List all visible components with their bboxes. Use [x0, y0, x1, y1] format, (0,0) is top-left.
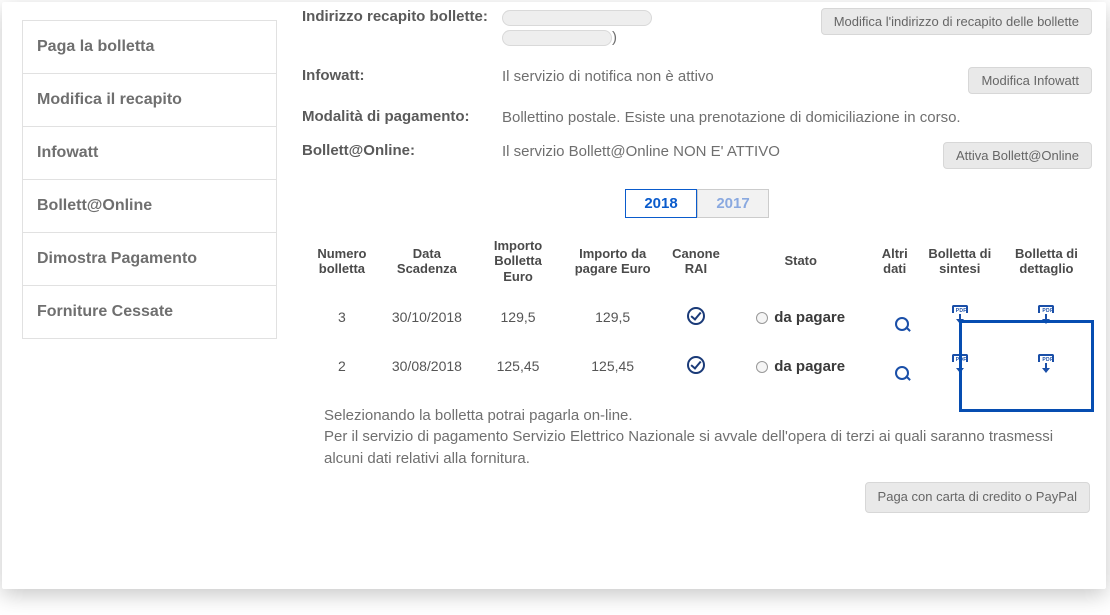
col-numero: Numero bolletta [302, 230, 382, 293]
cell-stato: da pagare [774, 358, 845, 375]
year-tab-2017[interactable]: 2017 [697, 189, 769, 218]
col-sintesi: Bolletta di sintesi [919, 230, 1001, 293]
cell-da-pagare: 125,45 [564, 342, 661, 391]
sidebar-item-dimostra-pagamento[interactable]: Dimostra Pagamento [23, 233, 276, 286]
modify-address-button[interactable]: Modifica l'indirizzo di recapito delle b… [821, 8, 1092, 35]
cell-numero: 2 [302, 342, 382, 391]
modify-infowatt-button[interactable]: Modifica Infowatt [968, 67, 1092, 94]
sidebar-item-modifica-recapito[interactable]: Modifica il recapito [23, 74, 276, 127]
check-icon [687, 356, 705, 374]
col-importo: Importo Bolletta Euro [472, 230, 564, 293]
cell-numero: 3 [302, 293, 382, 342]
bollettonline-label: Bollett@Online: [302, 142, 502, 161]
modalita-value: Bollettino postale. Esiste una prenotazi… [502, 108, 1092, 128]
table-row: 2 30/08/2018 125,45 125,45 da pagare PDF… [302, 342, 1092, 391]
sidebar-item-infowatt[interactable]: Infowatt [23, 127, 276, 180]
cell-da-pagare: 129,5 [564, 293, 661, 342]
sidebar-nav: Paga la bolletta Modifica il recapito In… [22, 20, 277, 339]
cell-stato: da pagare [774, 309, 845, 326]
table-row: 3 30/10/2018 129,5 129,5 da pagare PDF P… [302, 293, 1092, 342]
col-importo-pagare: Importo da pagare Euro [564, 230, 661, 293]
cell-importo: 129,5 [472, 293, 564, 342]
redacted-address-line2 [502, 30, 612, 46]
sidebar-item-forniture-cessate[interactable]: Forniture Cessate [23, 286, 276, 338]
modalita-label: Modalità di pagamento: [302, 108, 502, 127]
bills-table: Numero bolletta Data Scadenza Importo Bo… [302, 230, 1092, 391]
download-sintesi-icon[interactable]: PDF [950, 354, 970, 376]
download-dettaglio-icon[interactable]: PDF [1036, 305, 1056, 327]
sidebar-item-paga-bolletta[interactable]: Paga la bolletta [23, 21, 276, 74]
infowatt-label: Infowatt: [302, 67, 502, 86]
redacted-address-line1 [502, 10, 652, 26]
select-bill-radio[interactable] [756, 361, 768, 373]
select-bill-radio[interactable] [756, 312, 768, 324]
infowatt-value: Il servizio di notifica non è attivo [502, 67, 968, 87]
col-dettaglio: Bolletta di dettaglio [1001, 230, 1092, 293]
col-stato: Stato [731, 230, 871, 293]
activate-bollettonline-button[interactable]: Attiva Bollett@Online [943, 142, 1092, 169]
indirizzo-label: Indirizzo recapito bollette: [302, 8, 502, 27]
col-data: Data Scadenza [382, 230, 472, 293]
main-content: Indirizzo recapito bollette: ) Modifica … [302, 2, 1092, 513]
cell-importo: 125,45 [472, 342, 564, 391]
download-sintesi-icon[interactable]: PDF [950, 305, 970, 327]
pay-button[interactable]: Paga con carta di credito o PayPal [865, 482, 1090, 513]
cell-data: 30/08/2018 [382, 342, 472, 391]
sidebar-item-bollett-online[interactable]: Bollett@Online [23, 180, 276, 233]
bollettonline-value: Il servizio Bollett@Online NON E' ATTIVO [502, 142, 943, 162]
col-canone: Canone RAI [661, 230, 730, 293]
col-altri: Altri dati [871, 230, 919, 293]
year-tab-2018[interactable]: 2018 [625, 189, 697, 218]
check-icon [687, 307, 705, 325]
indirizzo-value: ) [502, 8, 821, 49]
footer-line1: Selezionando la bolletta potrai pagarla … [324, 405, 1092, 427]
cell-data: 30/10/2018 [382, 293, 472, 342]
footer-line2: Per il servizio di pagamento Servizio El… [324, 426, 1092, 470]
indirizzo-suffix: ) [612, 29, 617, 46]
download-dettaglio-icon[interactable]: PDF [1036, 354, 1056, 376]
